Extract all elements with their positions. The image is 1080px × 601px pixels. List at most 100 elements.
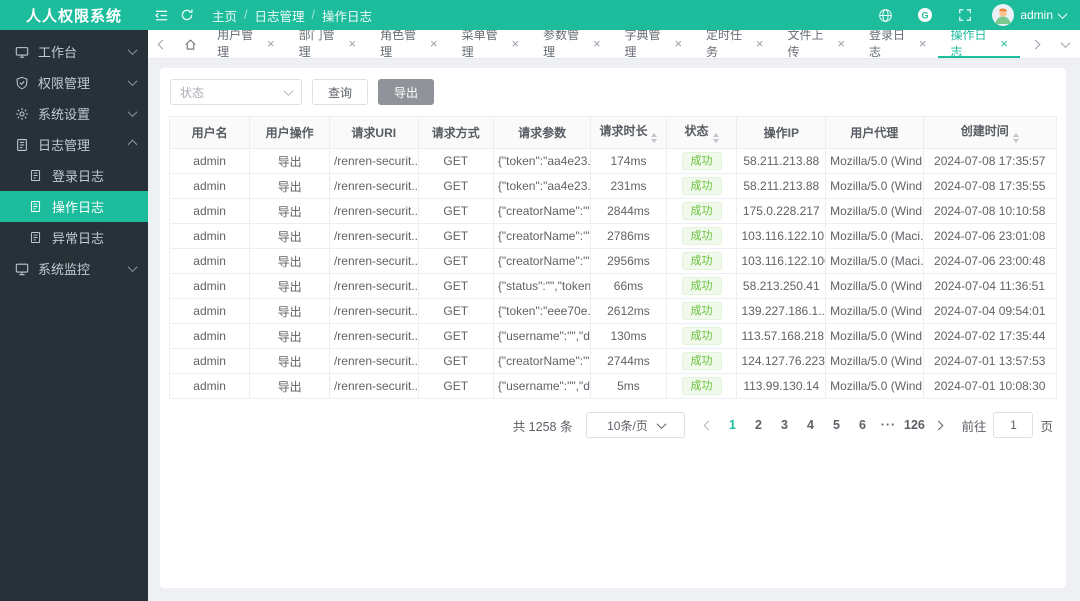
- more-pages-icon[interactable]: ···: [877, 418, 899, 432]
- table-cell: Mozilla/5.0 (Wind...: [825, 173, 924, 199]
- tab-定时任务[interactable]: 定时任务 ×: [694, 28, 775, 59]
- page-number-4[interactable]: 4: [799, 418, 821, 432]
- table-row[interactable]: admin 导出/renren-securit... GET {"creatorNam…: [170, 198, 1056, 224]
- close-icon[interactable]: ×: [349, 37, 357, 50]
- table-row[interactable]: admin 导出/renren-securit... GET {"creatorNam…: [170, 248, 1056, 274]
- table-row[interactable]: admin 导出/renren-securit... GET {"token":"aa…: [170, 148, 1056, 174]
- sidebar-item-异常日志[interactable]: 异常日志: [0, 222, 148, 253]
- next-page-icon[interactable]: [929, 420, 947, 430]
- table-row[interactable]: admin 导出/renren-securit... GET {"creatorNam…: [170, 348, 1056, 374]
- query-button[interactable]: 查询: [312, 79, 369, 105]
- page-number-6[interactable]: 6: [851, 418, 873, 432]
- table-cell: 成功: [666, 173, 738, 199]
- tab-部门管理[interactable]: 部门管理 ×: [287, 28, 368, 59]
- table-cell: 2024-07-08 10:10:58: [923, 198, 1056, 224]
- sort-caret-icon[interactable]: [651, 133, 658, 143]
- prev-page-icon[interactable]: [699, 420, 717, 430]
- fullscreen-icon[interactable]: [952, 0, 978, 30]
- sidebar-item-工作台[interactable]: 工作台: [0, 36, 148, 67]
- close-icon[interactable]: ×: [674, 37, 682, 50]
- user-menu[interactable]: admin: [992, 4, 1068, 26]
- tabs-dropdown-icon[interactable]: [1050, 30, 1080, 58]
- sidebar-item-label: 系统监控: [38, 262, 91, 277]
- table-cell: 2024-07-08 17:35:57: [923, 148, 1056, 174]
- sidebar-item-权限管理[interactable]: 权限管理: [0, 67, 148, 98]
- sidebar-item-日志管理[interactable]: 日志管理: [0, 129, 148, 160]
- export-button[interactable]: 导出: [378, 79, 435, 105]
- home-icon[interactable]: [177, 30, 206, 58]
- sidebar-item-登录日志[interactable]: 登录日志: [0, 160, 148, 191]
- sidebar-item-系统设置[interactable]: 系统设置: [0, 98, 148, 129]
- table-cell: 2024-07-02 17:35:44: [923, 323, 1056, 349]
- goto-page-input[interactable]: [993, 412, 1034, 438]
- column-header-创建时间[interactable]: 创建时间: [923, 117, 1056, 149]
- table-cell: 103.116.122.106: [736, 248, 827, 274]
- table-row[interactable]: admin 导出/renren-securit... GET {"username":…: [170, 373, 1056, 399]
- sidebar-item-操作日志[interactable]: 操作日志: [0, 191, 148, 222]
- sort-caret-icon[interactable]: [712, 133, 719, 143]
- close-icon[interactable]: ×: [511, 37, 519, 50]
- sort-caret-icon[interactable]: [1012, 133, 1019, 143]
- tab-菜单管理[interactable]: 菜单管理 ×: [450, 28, 531, 59]
- table-cell: Mozilla/5.0 (Maci...: [825, 223, 924, 249]
- close-icon[interactable]: ×: [267, 37, 275, 50]
- page-number-3[interactable]: 3: [773, 418, 795, 432]
- table-cell: 导出: [249, 323, 330, 349]
- table-cell: 2786ms: [590, 223, 667, 249]
- close-icon[interactable]: ×: [837, 37, 845, 50]
- column-label: 用户名: [191, 126, 228, 140]
- log-table: 用户名 用户操作 请求URI 请求方式 请求参数 请求时长 状态 操作IP 用户代理 创建时间 a…: [169, 116, 1057, 399]
- close-icon[interactable]: ×: [1000, 37, 1008, 50]
- tab-label: 登录日志: [869, 28, 906, 59]
- table-cell: 58.213.250.41: [736, 273, 827, 299]
- table-row[interactable]: admin 导出/renren-securit... GET {"token":"aa…: [170, 173, 1056, 199]
- refresh-icon[interactable]: [174, 0, 200, 30]
- column-label: 创建时间: [960, 124, 1009, 138]
- table-cell: 2024-07-06 23:01:08: [923, 223, 1056, 249]
- tab-登录日志[interactable]: 登录日志 ×: [857, 28, 938, 59]
- tab-参数管理[interactable]: 参数管理 ×: [531, 28, 612, 59]
- column-header-状态[interactable]: 状态: [666, 117, 738, 149]
- table-cell: admin: [170, 273, 251, 299]
- table-row[interactable]: admin 导出/renren-securit... GET {"token":"ee…: [170, 298, 1056, 324]
- table-cell: {"status":"","token...: [493, 273, 592, 299]
- goto-label: 前往: [961, 419, 987, 434]
- table-row[interactable]: admin 导出/renren-securit... GET {"status":""…: [170, 273, 1056, 299]
- status-select[interactable]: 状态: [170, 79, 302, 105]
- doc-icon: [28, 200, 43, 213]
- globe-icon[interactable]: [872, 0, 898, 30]
- gitee-icon[interactable]: G: [912, 0, 938, 30]
- menu-fold-icon[interactable]: [148, 0, 174, 30]
- total-count: 共 1258 条: [512, 419, 573, 434]
- column-header-请求时长[interactable]: 请求时长: [590, 117, 667, 149]
- breadcrumb-item[interactable]: 主页: [212, 6, 237, 25]
- page-number-126[interactable]: 126: [903, 418, 925, 432]
- table-row[interactable]: admin 导出/renren-securit... GET {"creatorNam…: [170, 223, 1056, 249]
- close-icon[interactable]: ×: [919, 37, 927, 50]
- doc-icon: [28, 169, 43, 182]
- page-number-1[interactable]: 1: [721, 418, 743, 432]
- breadcrumb-item[interactable]: 操作日志: [322, 6, 372, 25]
- tab-角色管理[interactable]: 角色管理 ×: [368, 28, 449, 59]
- tab-用户管理[interactable]: 用户管理 ×: [205, 28, 286, 59]
- close-icon[interactable]: ×: [756, 37, 764, 50]
- column-header-操作IP: 操作IP: [736, 117, 827, 149]
- tab-label: 字典管理: [624, 28, 661, 59]
- tabs-scroll-right-icon[interactable]: [1020, 30, 1050, 58]
- breadcrumb-item[interactable]: 日志管理: [255, 6, 305, 25]
- tab-文件上传[interactable]: 文件上传 ×: [776, 28, 857, 59]
- sidebar-item-系统监控[interactable]: 系统监控: [0, 253, 148, 284]
- avatar: [992, 4, 1015, 26]
- table-cell: 导出: [249, 223, 330, 249]
- tabs-scroll-left-icon[interactable]: [148, 30, 177, 58]
- page-size-select[interactable]: 10条/页: [586, 412, 686, 438]
- page-number-2[interactable]: 2: [747, 418, 769, 432]
- close-icon[interactable]: ×: [593, 37, 601, 50]
- tab-操作日志[interactable]: 操作日志 ×: [938, 28, 1020, 59]
- chevron-down-icon: [127, 262, 138, 273]
- page-number-5[interactable]: 5: [825, 418, 847, 432]
- tab-字典管理[interactable]: 字典管理 ×: [613, 28, 694, 59]
- table-cell: GET: [418, 223, 494, 249]
- close-icon[interactable]: ×: [430, 37, 438, 50]
- table-row[interactable]: admin 导出/renren-securit... GET {"username":…: [170, 323, 1056, 349]
